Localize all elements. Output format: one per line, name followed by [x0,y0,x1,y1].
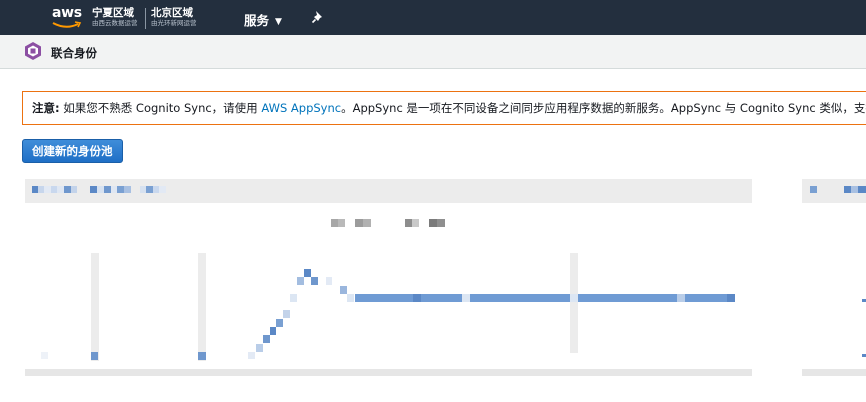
secondary-chart-panel [802,179,866,377]
secondary-pixelated-chart [810,186,866,357]
secondary-chart-footer [802,369,866,376]
region-ningxia[interactable]: 宁夏区域 由西云数据运营 [92,7,138,28]
region-ningxia-name: 宁夏区域 [92,7,134,19]
pin-icon[interactable] [311,10,325,24]
aws-smile-icon [52,21,82,28]
cognito-icon [25,42,41,60]
chevron-down-icon: ▼ [275,17,282,27]
region-ningxia-operator: 由西云数据运营 [92,19,138,27]
region-beijing-operator: 由光环新网运营 [151,19,197,27]
chart-footer [25,369,752,376]
notice-text-before: 如果您不熟悉 Cognito Sync，请使用 [59,101,262,115]
aws-logo-text: aws [52,5,82,21]
appsync-notice: 注意: 如果您不熟悉 Cognito Sync，请使用 AWS AppSync。… [22,91,866,125]
top-nav: aws 宁夏区域 由西云数据运营 北京区域 由光环新网运营 服务 ▼ [0,0,866,35]
region-beijing-name: 北京区域 [151,7,193,19]
region-beijing[interactable]: 北京区域 由光环新网运营 [151,7,197,28]
page-title: 联合身份 [51,46,97,60]
metrics-chart-panel [25,179,752,377]
services-menu[interactable]: 服务 ▼ [244,10,282,29]
aws-logo[interactable]: aws [50,4,86,32]
region-divider [145,8,146,29]
appsync-link[interactable]: AWS AppSync [261,101,341,115]
pixelated-chart [32,186,735,361]
notice-label: 注意: [32,101,60,115]
create-identity-pool-button[interactable]: 创建新的身份池 [22,139,123,163]
service-header: 联合身份 [0,35,866,69]
notice-text-after: 。AppSync 是一项在不同设备之间同步应用程序数据的新服务。AppSync … [341,101,866,115]
services-label: 服务 [244,13,270,28]
